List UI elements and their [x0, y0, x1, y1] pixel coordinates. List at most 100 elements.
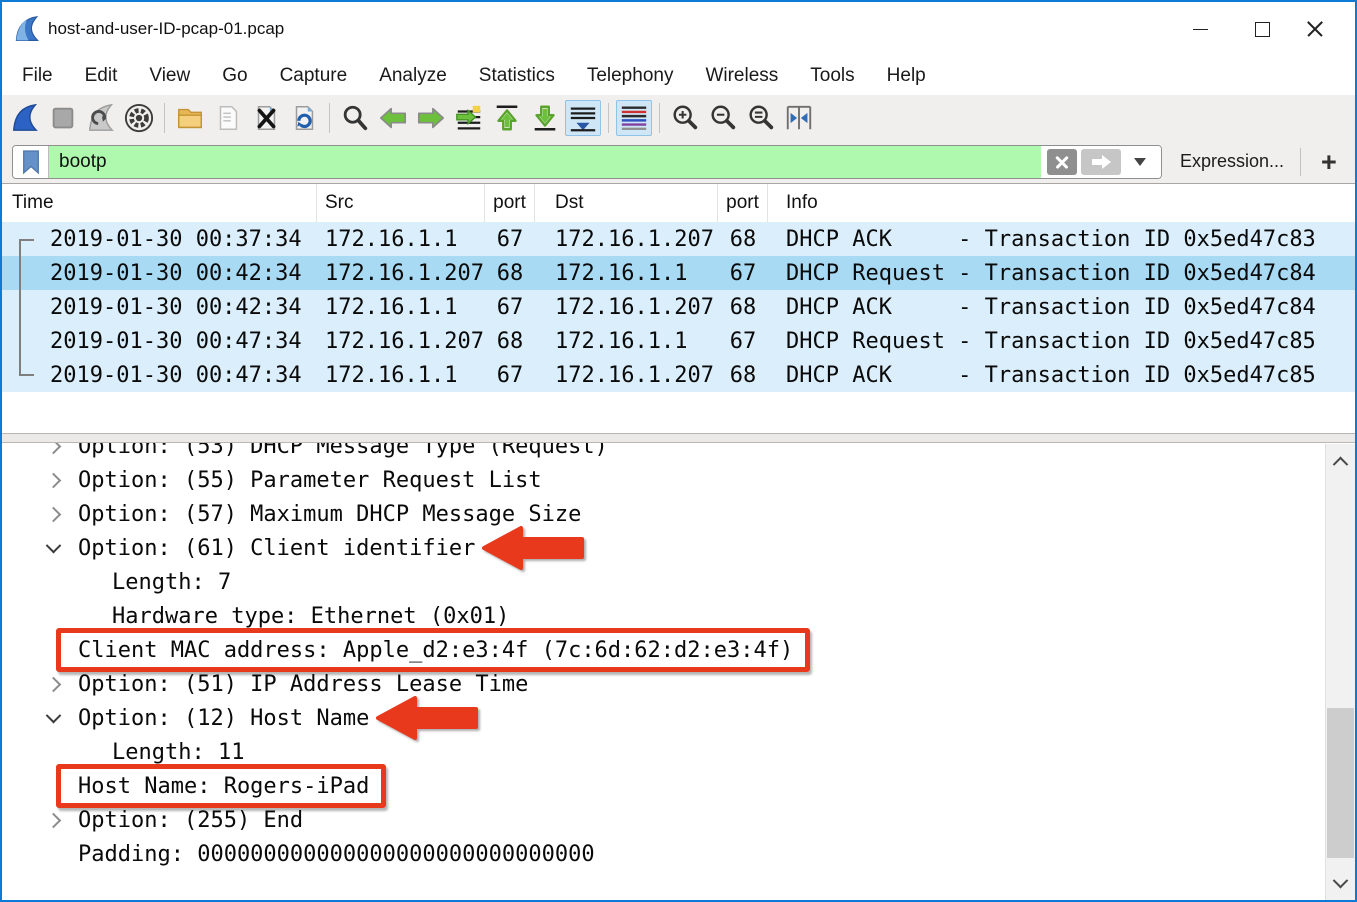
menu-wireless[interactable]: Wireless [689, 63, 794, 89]
detail-row[interactable]: Host Name: Rogers-iPad [2, 769, 1355, 803]
close-icon [1306, 21, 1323, 38]
detail-row[interactable]: Length: 7 [2, 565, 1355, 599]
pane-splitter[interactable] [2, 433, 1355, 443]
detail-text: Option: (61) Client identifier [78, 536, 475, 561]
apply-arrow-icon [1090, 154, 1112, 170]
detail-scrollbar[interactable] [1325, 444, 1355, 900]
time-cell: 2019-01-30 00:42:34 [2, 295, 317, 320]
chevron-up-icon [1333, 456, 1349, 472]
maximize-button[interactable] [1231, 2, 1293, 56]
src-port-cell: 67 [485, 227, 535, 252]
filter-history-dropdown[interactable] [1125, 149, 1155, 175]
expand-chevron-icon[interactable] [46, 815, 78, 826]
detail-row[interactable]: Option: (255) End [2, 803, 1355, 837]
detail-row[interactable]: Client MAC address: Apple_d2:e3:4f (7c:6… [2, 633, 1355, 667]
go-to-packet-icon[interactable] [451, 100, 487, 136]
expression-button[interactable]: Expression... [1180, 151, 1284, 172]
resize-columns-icon[interactable] [781, 100, 817, 136]
menu-statistics[interactable]: Statistics [463, 63, 571, 89]
scrollbar-thumb[interactable] [1327, 708, 1354, 858]
detail-row[interactable]: Option: (55) Parameter Request List [2, 463, 1355, 497]
go-last-packet-icon[interactable] [527, 100, 563, 136]
packet-row[interactable]: 2019-01-30 00:42:34172.16.1.20768172.16.… [2, 256, 1355, 290]
collapse-chevron-icon[interactable] [46, 713, 78, 724]
add-filter-button[interactable]: + [1315, 152, 1343, 172]
info-cell: DHCP ACK - Transaction ID 0x5ed47c84 [768, 295, 1355, 320]
stop-capture-icon[interactable] [45, 100, 81, 136]
packet-row[interactable]: 2019-01-30 00:47:34172.16.1.20768172.16.… [2, 324, 1355, 358]
menu-analyze[interactable]: Analyze [363, 63, 463, 89]
dst-port-cell: 68 [718, 363, 768, 388]
src-cell: 172.16.1.207 [317, 261, 485, 286]
detail-row[interactable]: Option: (12) Host Name [2, 701, 1355, 735]
display-filter-input[interactable] [49, 146, 1041, 178]
chevron-icon [46, 537, 62, 553]
start-capture-fin-icon[interactable] [7, 100, 43, 136]
menu-tools[interactable]: Tools [794, 63, 870, 89]
close-file-icon[interactable] [248, 100, 284, 136]
scroll-down-button[interactable] [1326, 866, 1355, 900]
go-forward-icon[interactable] [413, 100, 449, 136]
find-packet-icon[interactable] [337, 100, 373, 136]
packet-row[interactable]: 2019-01-30 00:42:34172.16.1.167172.16.1.… [2, 290, 1355, 324]
dst-port-cell: 67 [718, 329, 768, 354]
menu-go[interactable]: Go [206, 63, 263, 89]
restart-capture-icon[interactable] [83, 100, 119, 136]
expand-chevron-icon[interactable] [46, 679, 78, 690]
go-first-packet-icon[interactable] [489, 100, 525, 136]
info-cell: DHCP Request - Transaction ID 0x5ed47c84 [768, 261, 1355, 286]
detail-row[interactable]: Option: (53) DHCP Message Type (Request) [2, 443, 1355, 463]
column-header-port[interactable]: port [485, 184, 535, 222]
menu-edit[interactable]: Edit [69, 63, 134, 89]
zoom-out-icon[interactable] [705, 100, 741, 136]
toolbar-separator [608, 103, 609, 133]
src-cell: 172.16.1.1 [317, 363, 485, 388]
zoom-in-icon[interactable] [667, 100, 703, 136]
red-annotation-arrow [375, 695, 479, 741]
capture-options-gear-icon[interactable] [121, 100, 157, 136]
detail-text: Option: (12) Host Name [78, 706, 369, 731]
column-header-info[interactable]: Info [768, 184, 1355, 222]
menu-view[interactable]: View [133, 63, 206, 89]
collapse-chevron-icon[interactable] [46, 543, 78, 554]
packet-row[interactable]: 2019-01-30 00:47:34172.16.1.167172.16.1.… [2, 358, 1355, 392]
scroll-up-button[interactable] [1326, 444, 1355, 478]
save-file-icon[interactable] [210, 100, 246, 136]
zoom-reset-icon[interactable] [743, 100, 779, 136]
column-header-time[interactable]: Time [2, 184, 317, 222]
chevron-icon [46, 812, 62, 828]
menu-file[interactable]: File [6, 63, 69, 89]
detail-text: Length: 11 [112, 740, 244, 765]
detail-row[interactable]: Option: (61) Client identifier [2, 531, 1355, 565]
detail-row[interactable]: Padding: 000000000000000000000000000000 [2, 837, 1355, 871]
colorize-icon[interactable] [616, 100, 652, 136]
red-annotation-box: Client MAC address: Apple_d2:e3:4f (7c:6… [56, 628, 810, 672]
expand-chevron-icon[interactable] [46, 443, 78, 452]
bookmark-icon [21, 149, 41, 175]
column-header-src[interactable]: Src [317, 184, 485, 222]
detail-text: Option: (55) Parameter Request List [78, 468, 542, 493]
minimize-button[interactable] [1169, 2, 1231, 56]
reload-file-icon[interactable] [286, 100, 322, 136]
menu-capture[interactable]: Capture [264, 63, 364, 89]
packet-row[interactable]: 2019-01-30 00:37:34172.16.1.167172.16.1.… [2, 222, 1355, 256]
column-header-port-2[interactable]: port [718, 184, 768, 222]
filter-clear-button[interactable] [1047, 149, 1077, 175]
dst-port-cell: 68 [718, 227, 768, 252]
open-file-folder-icon[interactable] [172, 100, 208, 136]
menu-help[interactable]: Help [871, 63, 942, 89]
menu-telephony[interactable]: Telephony [571, 63, 690, 89]
detail-row[interactable]: Option: (51) IP Address Lease Time [2, 667, 1355, 701]
main-toolbar [2, 95, 1355, 140]
auto-scroll-icon[interactable] [565, 100, 601, 136]
expand-chevron-icon[interactable] [46, 509, 78, 520]
column-header-dst[interactable]: Dst [535, 184, 718, 222]
src-port-cell: 68 [485, 261, 535, 286]
time-cell: 2019-01-30 00:37:34 [2, 227, 317, 252]
close-button[interactable] [1293, 2, 1355, 56]
expand-chevron-icon[interactable] [46, 475, 78, 486]
filter-apply-button[interactable] [1081, 149, 1121, 175]
detail-row[interactable]: Option: (57) Maximum DHCP Message Size [2, 497, 1355, 531]
go-back-icon[interactable] [375, 100, 411, 136]
filter-bookmark-button[interactable] [13, 146, 49, 178]
